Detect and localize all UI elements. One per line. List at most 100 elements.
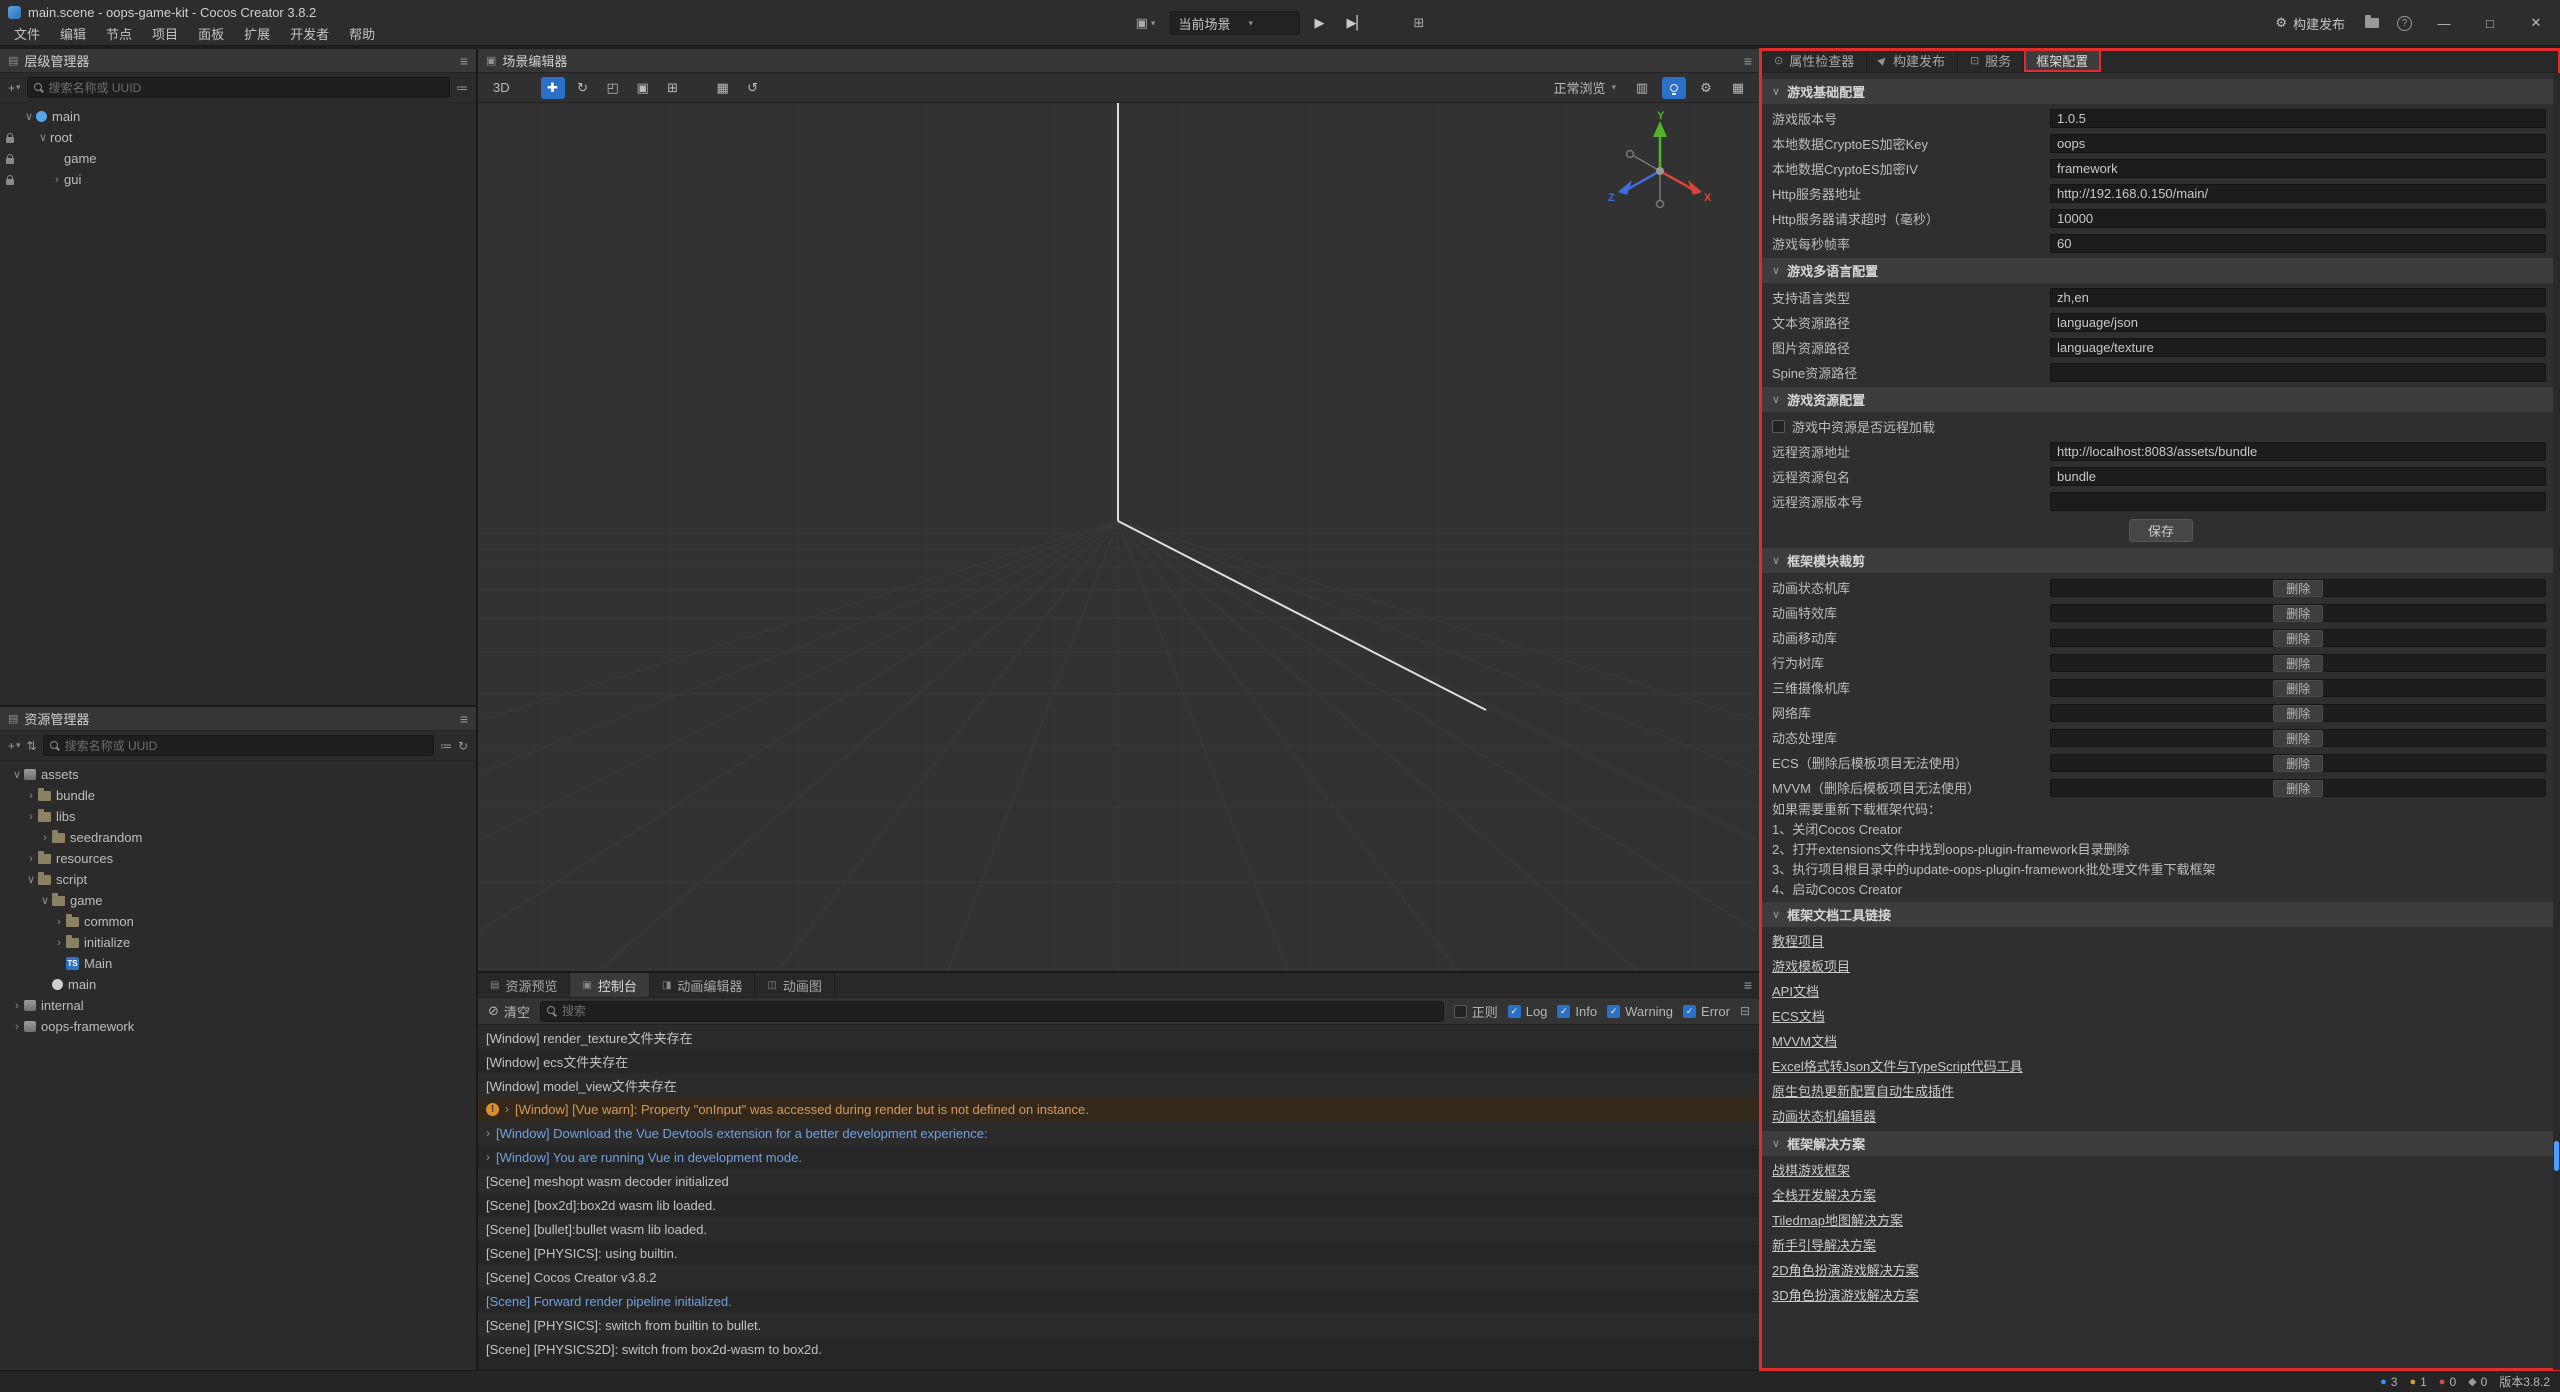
- tree-item[interactable]: game: [0, 148, 476, 169]
- section-header[interactable]: ∨游戏多语言配置: [1762, 258, 2560, 283]
- tree-item[interactable]: ∨main: [0, 106, 476, 127]
- delete-button[interactable]: 删除: [2273, 655, 2323, 672]
- open-project-folder-button[interactable]: [2359, 15, 2385, 31]
- config-input[interactable]: [2050, 159, 2546, 178]
- console-log-row[interactable]: [Scene] Forward render pipeline initiali…: [478, 1289, 1760, 1313]
- section-header[interactable]: ∨框架模块裁剪: [1762, 548, 2560, 573]
- doc-link[interactable]: Tiledmap地图解决方案: [1772, 1208, 1903, 1233]
- delete-button[interactable]: 删除: [2273, 730, 2323, 747]
- save-button[interactable]: 保存: [2129, 519, 2193, 542]
- config-input[interactable]: [2050, 134, 2546, 153]
- panel-menu-icon[interactable]: ≡: [1736, 977, 1760, 993]
- config-input[interactable]: [2050, 209, 2546, 228]
- console-tab-0[interactable]: ▤资源预览: [478, 973, 570, 997]
- doc-link[interactable]: MVVM文档: [1772, 1029, 1837, 1054]
- menu-item-6[interactable]: 开发者: [280, 24, 339, 46]
- doc-link[interactable]: API文档: [1772, 979, 1819, 1004]
- tree-item[interactable]: main: [0, 974, 476, 995]
- delete-button[interactable]: 删除: [2273, 705, 2323, 722]
- console-log-row[interactable]: !›[Window] [Vue warn]: Property "onInput…: [478, 1097, 1760, 1121]
- tree-item[interactable]: ∨script: [0, 869, 476, 890]
- collapse-arrow-closed-icon[interactable]: ›: [24, 853, 38, 865]
- collapse-logs-icon[interactable]: ⊟: [1740, 1004, 1750, 1018]
- error-counter[interactable]: ● 0: [2439, 1375, 2456, 1389]
- snap-grid-icon[interactable]: ▦: [711, 77, 735, 99]
- collapse-arrow-closed-icon[interactable]: ›: [24, 790, 38, 802]
- assets-search-input[interactable]: [65, 739, 427, 753]
- doc-link[interactable]: 3D角色扮演游戏解决方案: [1772, 1283, 1919, 1308]
- doc-link[interactable]: 原生包热更新配置自动生成插件: [1772, 1079, 1954, 1104]
- scene-light-icon[interactable]: [1662, 77, 1686, 99]
- console-log-row[interactable]: ›[Window] You are running Vue in develop…: [478, 1145, 1760, 1169]
- inspector-tab-3[interactable]: 框架配置: [2024, 49, 2101, 72]
- console-log-row[interactable]: [Window] ecs文件夹存在: [478, 1049, 1760, 1073]
- warning-counter[interactable]: ● 1: [2409, 1375, 2426, 1389]
- console-filter-error[interactable]: ✓Error: [1683, 1004, 1730, 1019]
- minimize-button[interactable]: —: [2424, 8, 2464, 38]
- preview-device-button[interactable]: ▣▾: [1130, 12, 1162, 34]
- console-tab-2[interactable]: ◨动画编辑器: [650, 973, 755, 997]
- collapse-arrow-open-icon[interactable]: ∨: [10, 768, 24, 781]
- task-counter[interactable]: ◆ 0: [2468, 1375, 2487, 1389]
- menu-item-4[interactable]: 面板: [188, 24, 234, 46]
- tree-item[interactable]: ›seedrandom: [0, 827, 476, 848]
- menu-item-0[interactable]: 文件: [4, 24, 50, 46]
- expand-arrow-icon[interactable]: ›: [505, 1102, 509, 1116]
- move-tool-icon[interactable]: ✚: [541, 77, 565, 99]
- pivot-toggle-icon[interactable]: ↺: [741, 77, 765, 99]
- config-input[interactable]: [2050, 363, 2546, 382]
- build-publish-button[interactable]: ⚙ 构建发布: [2267, 10, 2353, 37]
- console-log-row[interactable]: [Scene] [box2d]:box2d wasm lib loaded.: [478, 1193, 1760, 1217]
- tree-item[interactable]: ›gui: [0, 169, 476, 190]
- collapse-arrow-open-icon[interactable]: ∨: [22, 110, 36, 123]
- console-search-input[interactable]: [562, 1004, 1437, 1018]
- console-log-row[interactable]: [Window] model_view文件夹存在: [478, 1073, 1760, 1097]
- doc-link[interactable]: 2D角色扮演游戏解决方案: [1772, 1258, 1919, 1283]
- collapse-arrow-closed-icon[interactable]: ›: [52, 916, 66, 928]
- delete-button[interactable]: 删除: [2273, 580, 2323, 597]
- tree-item[interactable]: ›libs: [0, 806, 476, 827]
- rotate-tool-icon[interactable]: ↻: [571, 77, 595, 99]
- collapse-arrow-closed-icon[interactable]: ›: [50, 174, 64, 186]
- config-input[interactable]: [2050, 288, 2546, 307]
- regex-toggle[interactable]: 正则: [1454, 1002, 1498, 1021]
- section-header[interactable]: ∨框架文档工具链接: [1762, 902, 2560, 927]
- delete-button[interactable]: 删除: [2273, 755, 2323, 772]
- scene-settings-icon[interactable]: ⚙: [1694, 77, 1718, 99]
- tree-item[interactable]: ›resources: [0, 848, 476, 869]
- config-input[interactable]: [2050, 492, 2546, 511]
- config-input[interactable]: [2050, 234, 2546, 253]
- config-input[interactable]: [2050, 184, 2546, 203]
- collapse-arrow-closed-icon[interactable]: ›: [38, 832, 52, 844]
- config-input[interactable]: [2050, 442, 2546, 461]
- console-tab-1[interactable]: ▣控制台: [570, 973, 649, 997]
- collapse-arrow-closed-icon[interactable]: ›: [10, 1021, 24, 1033]
- collapse-arrow-open-icon[interactable]: ∨: [24, 873, 38, 886]
- config-input[interactable]: [2050, 467, 2546, 486]
- hierarchy-search-input[interactable]: [49, 81, 443, 95]
- tree-item[interactable]: ∨root: [0, 127, 476, 148]
- tree-item[interactable]: ›bundle: [0, 785, 476, 806]
- scale-tool-icon[interactable]: ◰: [601, 77, 625, 99]
- inspector-tab-2[interactable]: ⊡服务: [1958, 49, 2024, 72]
- section-header[interactable]: ∨游戏资源配置: [1762, 387, 2560, 412]
- scrollbar-thumb[interactable]: [2554, 1141, 2559, 1171]
- collapse-arrow-closed-icon[interactable]: ›: [10, 1000, 24, 1012]
- console-log-row[interactable]: [Scene] [bullet]:bullet wasm lib loaded.: [478, 1217, 1760, 1241]
- delete-button[interactable]: 删除: [2273, 780, 2323, 797]
- doc-link[interactable]: 新手引导解决方案: [1772, 1233, 1876, 1258]
- doc-link[interactable]: ECS文档: [1772, 1004, 1825, 1029]
- axis-gizmo[interactable]: Y X Z: [1600, 109, 1720, 229]
- delete-button[interactable]: 删除: [2273, 630, 2323, 647]
- panel-menu-icon[interactable]: ≡: [1744, 53, 1752, 69]
- tree-item[interactable]: ›initialize: [0, 932, 476, 953]
- config-input[interactable]: [2050, 109, 2546, 128]
- menu-item-5[interactable]: 扩展: [234, 24, 280, 46]
- menu-item-3[interactable]: 项目: [142, 24, 188, 46]
- config-input[interactable]: [2050, 313, 2546, 332]
- doc-link[interactable]: Excel格式转Json文件与TypeScript代码工具: [1772, 1054, 2023, 1079]
- message-counter[interactable]: ● 3: [2380, 1375, 2397, 1389]
- refresh-icon[interactable]: ↻: [458, 739, 468, 753]
- console-log-row[interactable]: [Scene] meshopt wasm decoder initialized: [478, 1169, 1760, 1193]
- doc-link[interactable]: 全栈开发解决方案: [1772, 1183, 1876, 1208]
